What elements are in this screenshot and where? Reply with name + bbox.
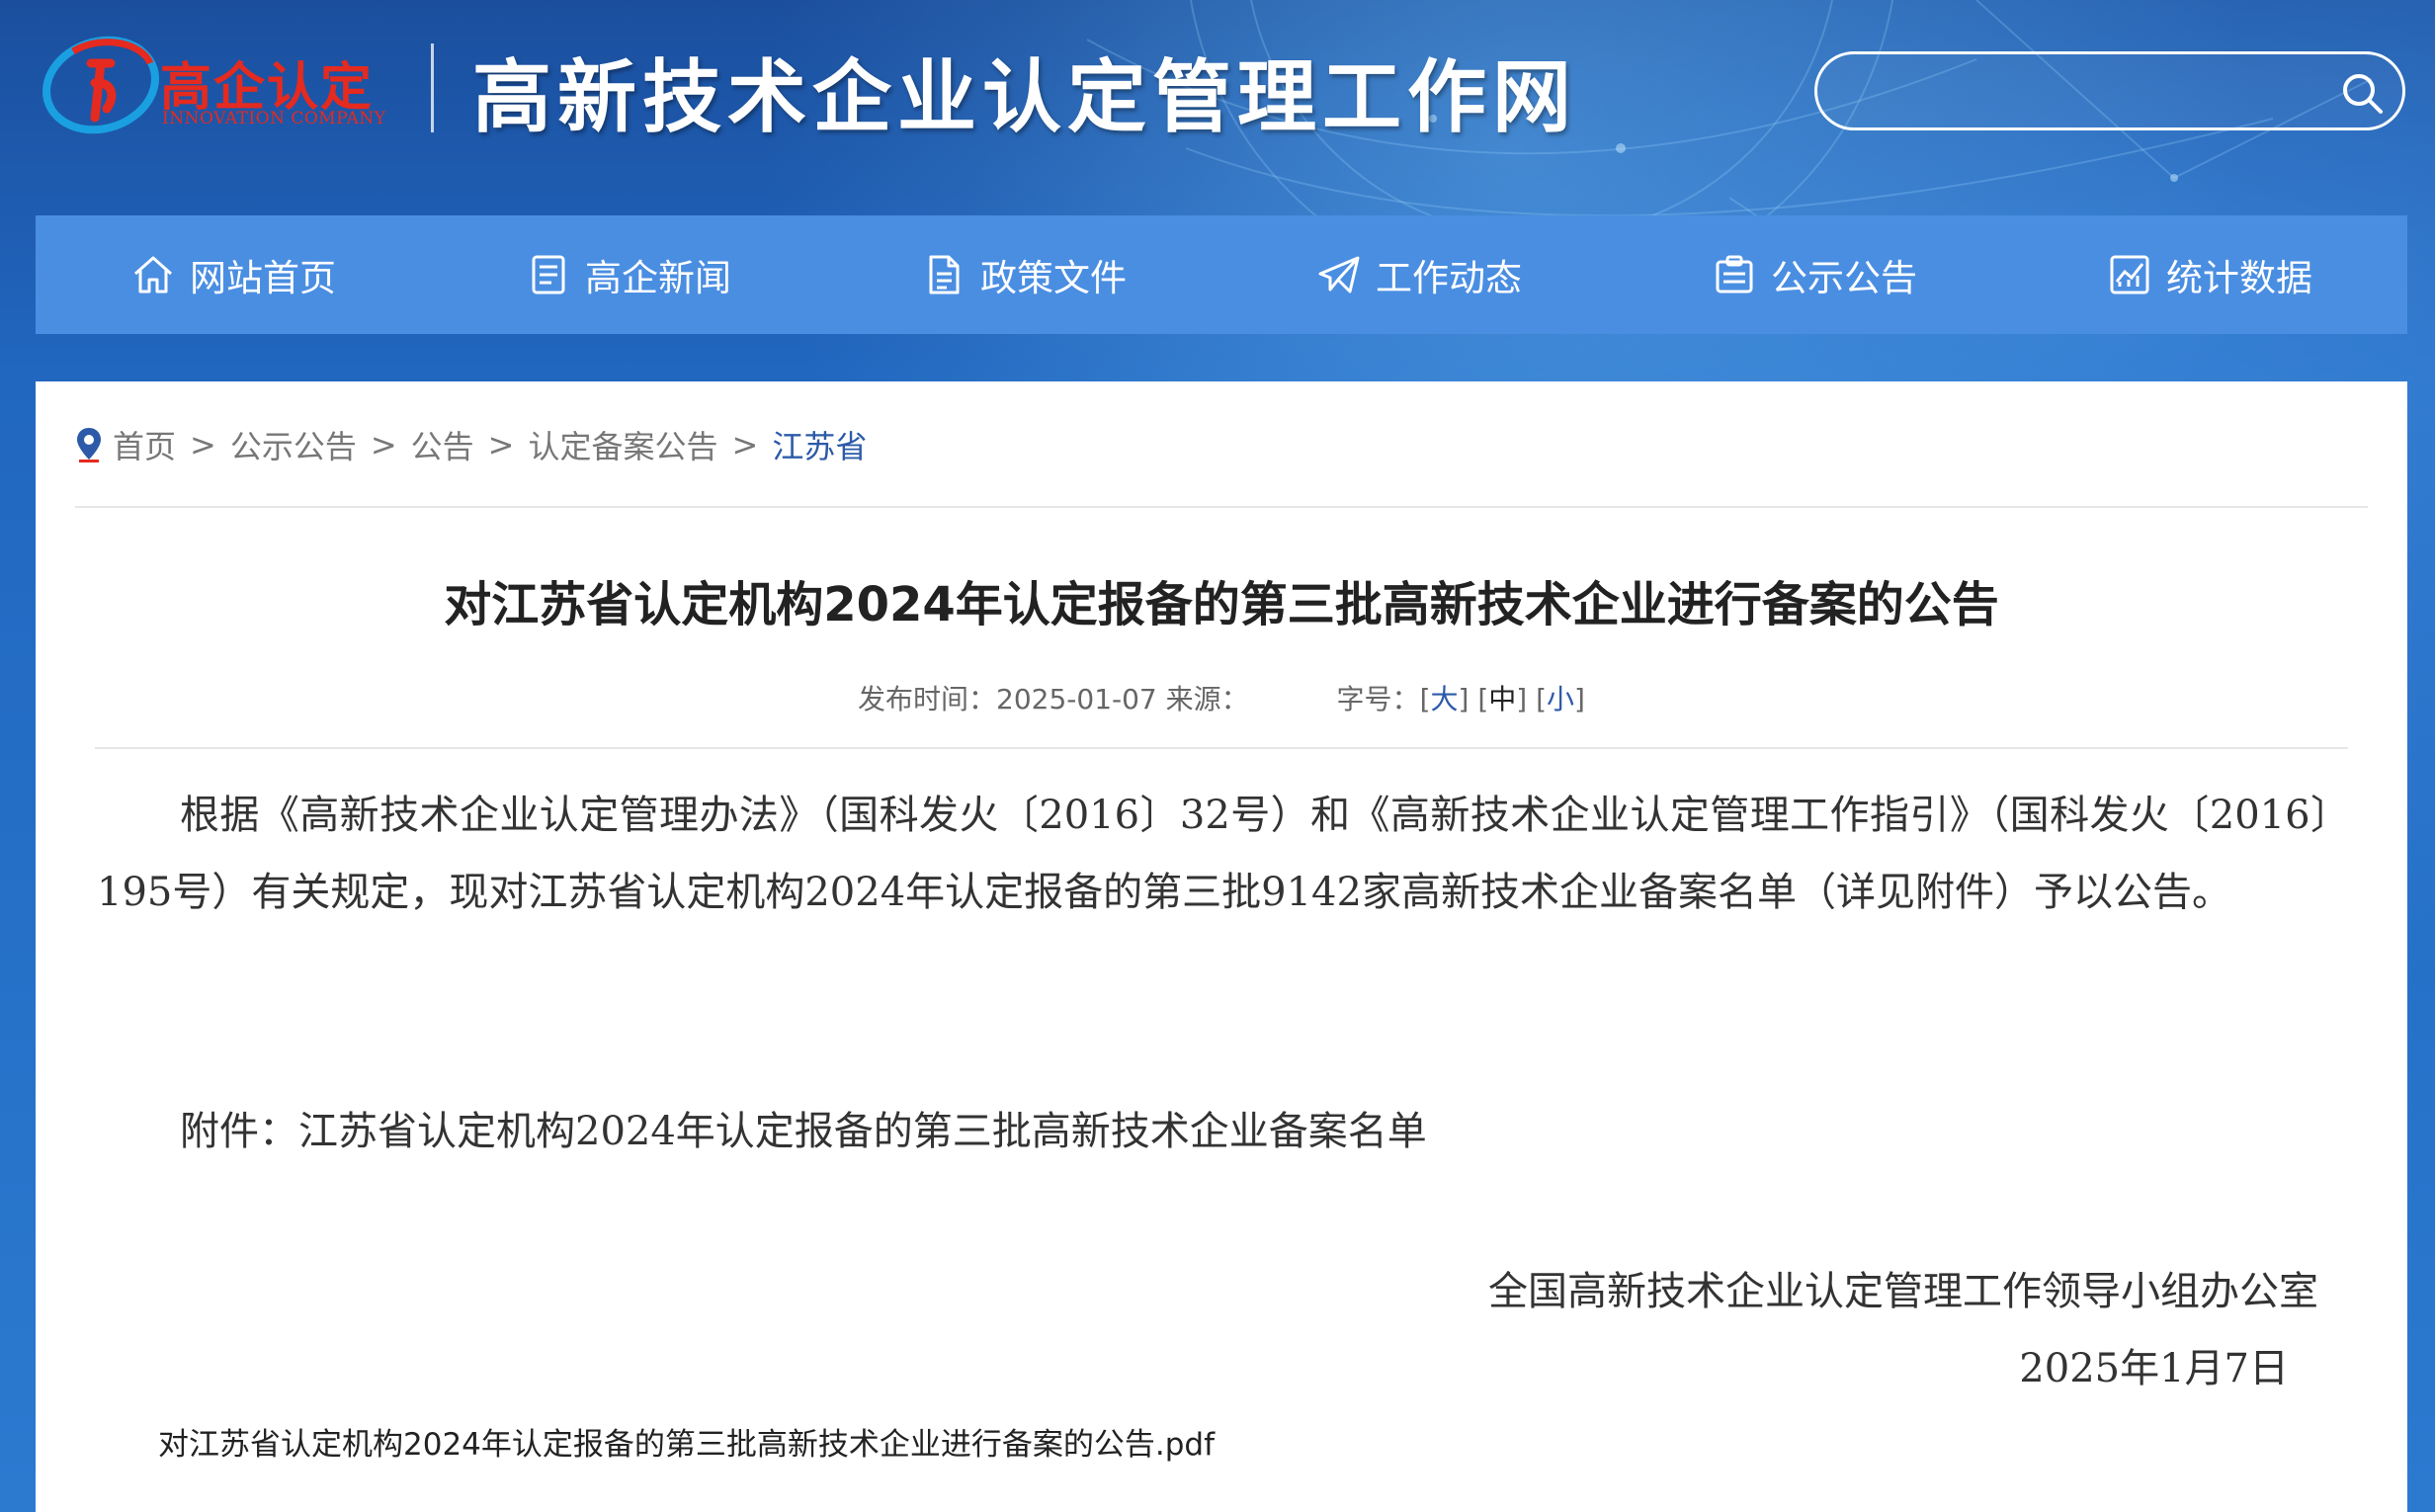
publish-info: 发布时间：2025-01-07 来源：: [858, 683, 1249, 715]
publish-date: 2025年1月7日: [2019, 1346, 2289, 1391]
logo-text-en: INNOVATION COMPANY: [162, 109, 386, 128]
font-size-large-button[interactable]: 大: [1431, 683, 1459, 715]
breadcrumb-notice[interactable]: 公示公告: [230, 422, 357, 467]
nav-item-policy[interactable]: 政策文件: [921, 248, 1127, 301]
nav-item-label: 统计数据: [2166, 257, 2312, 299]
search-input[interactable]: [1847, 64, 2321, 118]
chart-icon: [2110, 255, 2149, 294]
pdf-attachment-link[interactable]: 对江苏省认定机构2024年认定报备的第三批高新技术企业进行备案的公告.pdf: [158, 1419, 1215, 1464]
nav-item-label: 工作动态: [1376, 257, 1522, 299]
clipboard-icon: [1716, 255, 1753, 294]
attachment-text: 附件：江苏省认定机构2024年认定报备的第三批高新技术企业备案名单: [180, 1109, 1427, 1154]
breadcrumb-divider: [75, 506, 2368, 508]
nav-item-label: 高企新闻: [585, 257, 731, 299]
header-divider: [431, 43, 434, 132]
breadcrumb-filing[interactable]: 认定备案公告: [528, 422, 717, 467]
font-size-label: 字号：: [1336, 683, 1420, 715]
article-meta: 发布时间：2025-01-07 来源： 字号：[大] [中] [小]: [36, 678, 2407, 717]
news-icon: [532, 255, 565, 294]
document-icon: [929, 255, 960, 294]
article-title: 对江苏省认定机构2024年认定报备的第三批高新技术企业进行备案的公告: [444, 577, 1999, 632]
breadcrumb-separator: >: [487, 426, 515, 463]
nav-item-stats[interactable]: 统计数据: [2107, 248, 2312, 301]
breadcrumb: 首页 > 公示公告 > 公告 > 认定备案公告 > 江苏省: [75, 422, 867, 467]
font-size-control: 字号：[大] [中] [小]: [1336, 683, 1585, 715]
signer: 全国高新技术企业认定管理工作领导小组办公室: [1488, 1269, 2318, 1314]
site-title: 高新技术企业认定管理工作网: [472, 50, 1577, 143]
nav-item-notice[interactable]: 公示公告: [1712, 248, 1917, 301]
nav-item-label: 网站首页: [190, 257, 336, 299]
site-logo[interactable]: 高企认定 INNOVATION COMPANY: [34, 24, 399, 152]
search-icon[interactable]: [2339, 70, 2385, 116]
main-nav: 网站首页 高企新闻 政策文件 工作动态 公示公告 统计数据: [36, 215, 2407, 334]
site-header: 高企认定 INNOVATION COMPANY 高新技术企业认定管理工作网: [0, 0, 2435, 198]
logo-swoosh-icon: [42, 36, 159, 134]
nav-item-news[interactable]: 高企新闻: [526, 248, 731, 301]
paper-plane-icon: [1318, 256, 1360, 294]
breadcrumb-separator: >: [190, 426, 216, 463]
font-size-medium-button[interactable]: 中: [1488, 683, 1516, 715]
location-pin-icon: [77, 428, 101, 462]
breadcrumb-announcement[interactable]: 公告: [411, 422, 474, 467]
font-size-small-button[interactable]: 小: [1547, 683, 1574, 715]
article-paragraph: 根据《高新技术企业认定管理办法》（国科发火〔2016〕32号）和《高新技术企业认…: [97, 793, 2350, 915]
nav-item-work[interactable]: 工作动态: [1316, 248, 1522, 301]
breadcrumb-current[interactable]: 江苏省: [772, 422, 867, 467]
search-box: [1814, 51, 2405, 130]
home-icon: [134, 256, 172, 294]
nav-item-label: 政策文件: [980, 257, 1127, 299]
content-panel: 首页 > 公示公告 > 公告 > 认定备案公告 > 江苏省 对江苏省认定机构20…: [36, 381, 2407, 1512]
breadcrumb-separator: >: [731, 426, 759, 463]
breadcrumb-separator: >: [370, 426, 397, 463]
nav-item-home[interactable]: 网站首页: [130, 248, 336, 301]
breadcrumb-home[interactable]: 首页: [113, 422, 176, 467]
meta-divider: [95, 747, 2348, 749]
nav-item-label: 公示公告: [1771, 257, 1917, 299]
